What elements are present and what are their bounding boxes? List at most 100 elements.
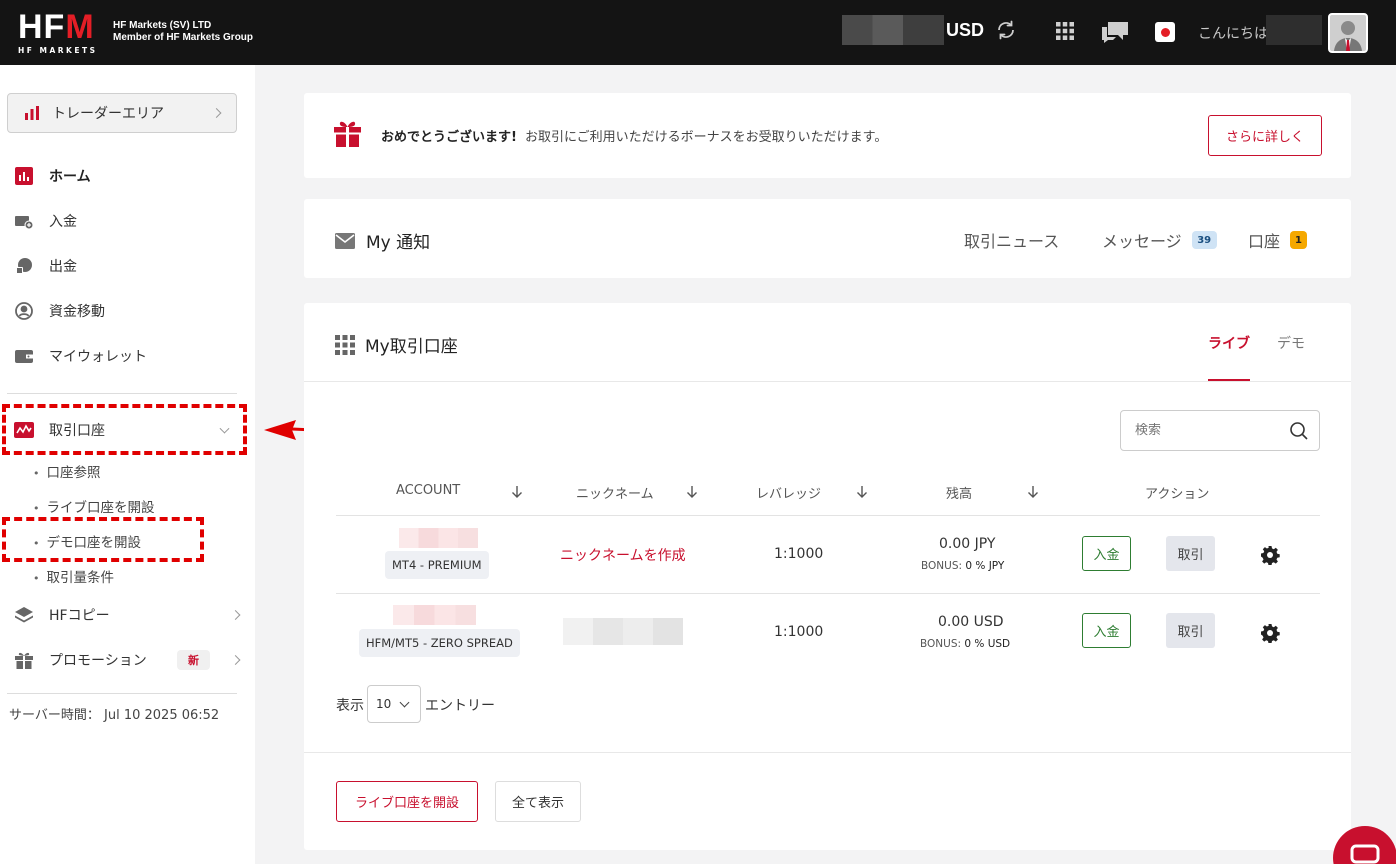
column-header-balance[interactable]: 残高	[946, 483, 972, 502]
mail-icon	[335, 232, 355, 249]
footer-divider	[304, 752, 1351, 753]
server-time-value: Jul 10 2025 06:52	[104, 708, 220, 723]
sort-arrow-icon[interactable]	[685, 485, 699, 499]
sidebar-item-wallet[interactable]: マイウォレット	[0, 338, 255, 374]
search-box[interactable]	[1120, 410, 1320, 451]
table-header-divider	[336, 515, 1320, 516]
bonus-value: BONUS: 0 % JPY	[921, 560, 1004, 572]
account-count-badge: 1	[1290, 231, 1308, 249]
sub-item-account-overview[interactable]: 口座参照	[33, 461, 101, 481]
learn-more-button[interactable]: さらに詳しく	[1208, 115, 1322, 156]
show-all-button[interactable]: 全て表示	[495, 781, 581, 822]
top-bar: HF M HF MARKETS HF Markets (SV) LTD Membe…	[0, 0, 1396, 65]
sidebar-item-label: プロモーション	[49, 653, 147, 669]
trader-area-button[interactable]: トレーダーエリア	[7, 93, 237, 133]
sub-item-volume-conditions[interactable]: 取引量条件	[33, 566, 115, 586]
column-header-actions: アクション	[1145, 487, 1210, 502]
logo-subtitle: HF MARKETS	[18, 46, 98, 55]
bonus-headline: おめでとうございます!	[381, 130, 517, 145]
sidebar: トレーダーエリア ホーム 入金 出金 資金移動 マイウォレット 取引口座 • 口…	[0, 65, 255, 864]
column-header-nickname[interactable]: ニックネーム	[576, 483, 654, 502]
gift-icon	[14, 650, 34, 670]
deposit-icon	[14, 211, 34, 231]
bonus-value: BONUS: 0 % USD	[920, 638, 1010, 650]
gift-icon	[334, 121, 361, 147]
messages-count-badge: 39	[1191, 231, 1217, 249]
language-flag-icon[interactable]	[1155, 22, 1175, 42]
sort-arrow-icon[interactable]	[510, 485, 524, 499]
deposit-button[interactable]: 入金	[1082, 613, 1131, 648]
entries-label: エントリー	[425, 698, 495, 714]
sidebar-item-label: 入金	[49, 214, 77, 230]
notifications-card: My 通知 取引ニュース メッセージ 39 口座 1	[304, 199, 1351, 278]
column-header-account[interactable]: ACCOUNT	[396, 483, 460, 498]
sidebar-item-deposit[interactable]: 入金	[0, 203, 255, 239]
sidebar-item-promotion[interactable]: プロモーション	[0, 642, 255, 678]
username-redacted	[1266, 15, 1322, 45]
bonus-banner: おめでとうございます! お取引にご利用いただけるボーナスをお受取りいただけます。 …	[304, 93, 1351, 178]
settings-gear-icon[interactable]	[1260, 545, 1280, 565]
bonus-label: BONUS:	[920, 638, 962, 650]
sidebar-divider	[7, 693, 237, 694]
bonus-amount: 0 % JPY	[965, 560, 1005, 572]
search-icon[interactable]	[1289, 421, 1309, 441]
company-name: HF Markets (SV) LTD	[113, 20, 212, 31]
sort-arrow-icon[interactable]	[855, 485, 869, 499]
sidebar-divider	[7, 393, 237, 394]
create-nickname-link[interactable]: ニックネームを作成	[560, 545, 686, 565]
apps-grid-icon	[335, 334, 355, 355]
bonus-label: BONUS:	[921, 560, 963, 572]
sidebar-item-withdraw[interactable]: 出金	[0, 248, 255, 284]
sidebar-item-hf-copy[interactable]: HFコピー	[0, 597, 255, 633]
tab-live[interactable]: ライブ	[1208, 333, 1250, 353]
table-row-divider	[336, 593, 1320, 594]
new-badge: 新	[177, 650, 210, 670]
highlight-box-trading-accounts	[2, 404, 247, 455]
sort-arrow-icon[interactable]	[1026, 485, 1040, 499]
tab-messages[interactable]: メッセージ 39	[1102, 228, 1217, 252]
sidebar-item-label: 資金移動	[49, 304, 105, 320]
notifications-title: My 通知	[335, 228, 430, 253]
column-header-leverage[interactable]: レバレッジ	[756, 483, 821, 502]
account-type-chip: MT4 - PREMIUM	[385, 551, 489, 579]
hfm-logo[interactable]: HF M HF MARKETS	[18, 10, 104, 56]
sidebar-item-transfer[interactable]: 資金移動	[0, 293, 255, 329]
show-label: 表示	[336, 698, 364, 714]
tab-account[interactable]: 口座 1	[1248, 228, 1308, 252]
bonus-amount: 0 % USD	[964, 638, 1011, 650]
page-size-select[interactable]: 10	[367, 685, 421, 723]
chart-bar-icon	[14, 166, 34, 186]
settings-gear-icon[interactable]	[1260, 623, 1280, 643]
avatar[interactable]	[1328, 13, 1368, 53]
sidebar-item-home[interactable]: ホーム	[0, 158, 255, 194]
tab-demo[interactable]: デモ	[1277, 333, 1305, 353]
balance-value: 0.00 JPY	[939, 536, 996, 552]
nickname-redacted	[563, 618, 683, 645]
greeting: こんにちは	[1198, 26, 1268, 42]
search-input[interactable]	[1135, 423, 1285, 438]
server-time: サーバー時間： Jul 10 2025 06:52	[9, 704, 219, 723]
sidebar-item-label: マイウォレット	[49, 349, 147, 365]
trader-bars-icon	[25, 106, 39, 120]
account-number-redacted	[393, 605, 476, 625]
transfer-icon	[14, 301, 34, 321]
logo-wordmark: HF M	[18, 8, 95, 46]
sidebar-item-label: 出金	[49, 259, 77, 275]
tab-trading-news[interactable]: 取引ニュース	[964, 228, 1059, 252]
trade-button[interactable]: 取引	[1166, 536, 1215, 571]
trade-button[interactable]: 取引	[1166, 613, 1215, 648]
deposit-button[interactable]: 入金	[1082, 536, 1131, 571]
tab-label: メッセージ	[1102, 232, 1182, 251]
balance-value: 0.00 USD	[938, 614, 1004, 630]
withdraw-icon	[14, 256, 34, 276]
messages-icon[interactable]	[1100, 20, 1130, 44]
refresh-icon[interactable]	[994, 18, 1018, 42]
balance-currency: USD	[946, 20, 985, 40]
header-divider	[304, 381, 1351, 382]
sub-item-open-live-account[interactable]: ライブ口座を開設	[33, 496, 155, 516]
account-number-redacted	[399, 528, 478, 548]
open-live-account-button[interactable]: ライブ口座を開設	[336, 781, 478, 822]
tab-label: 口座	[1248, 232, 1281, 251]
leverage-value: 1:1000	[774, 546, 824, 562]
apps-grid-icon[interactable]	[1056, 22, 1074, 40]
